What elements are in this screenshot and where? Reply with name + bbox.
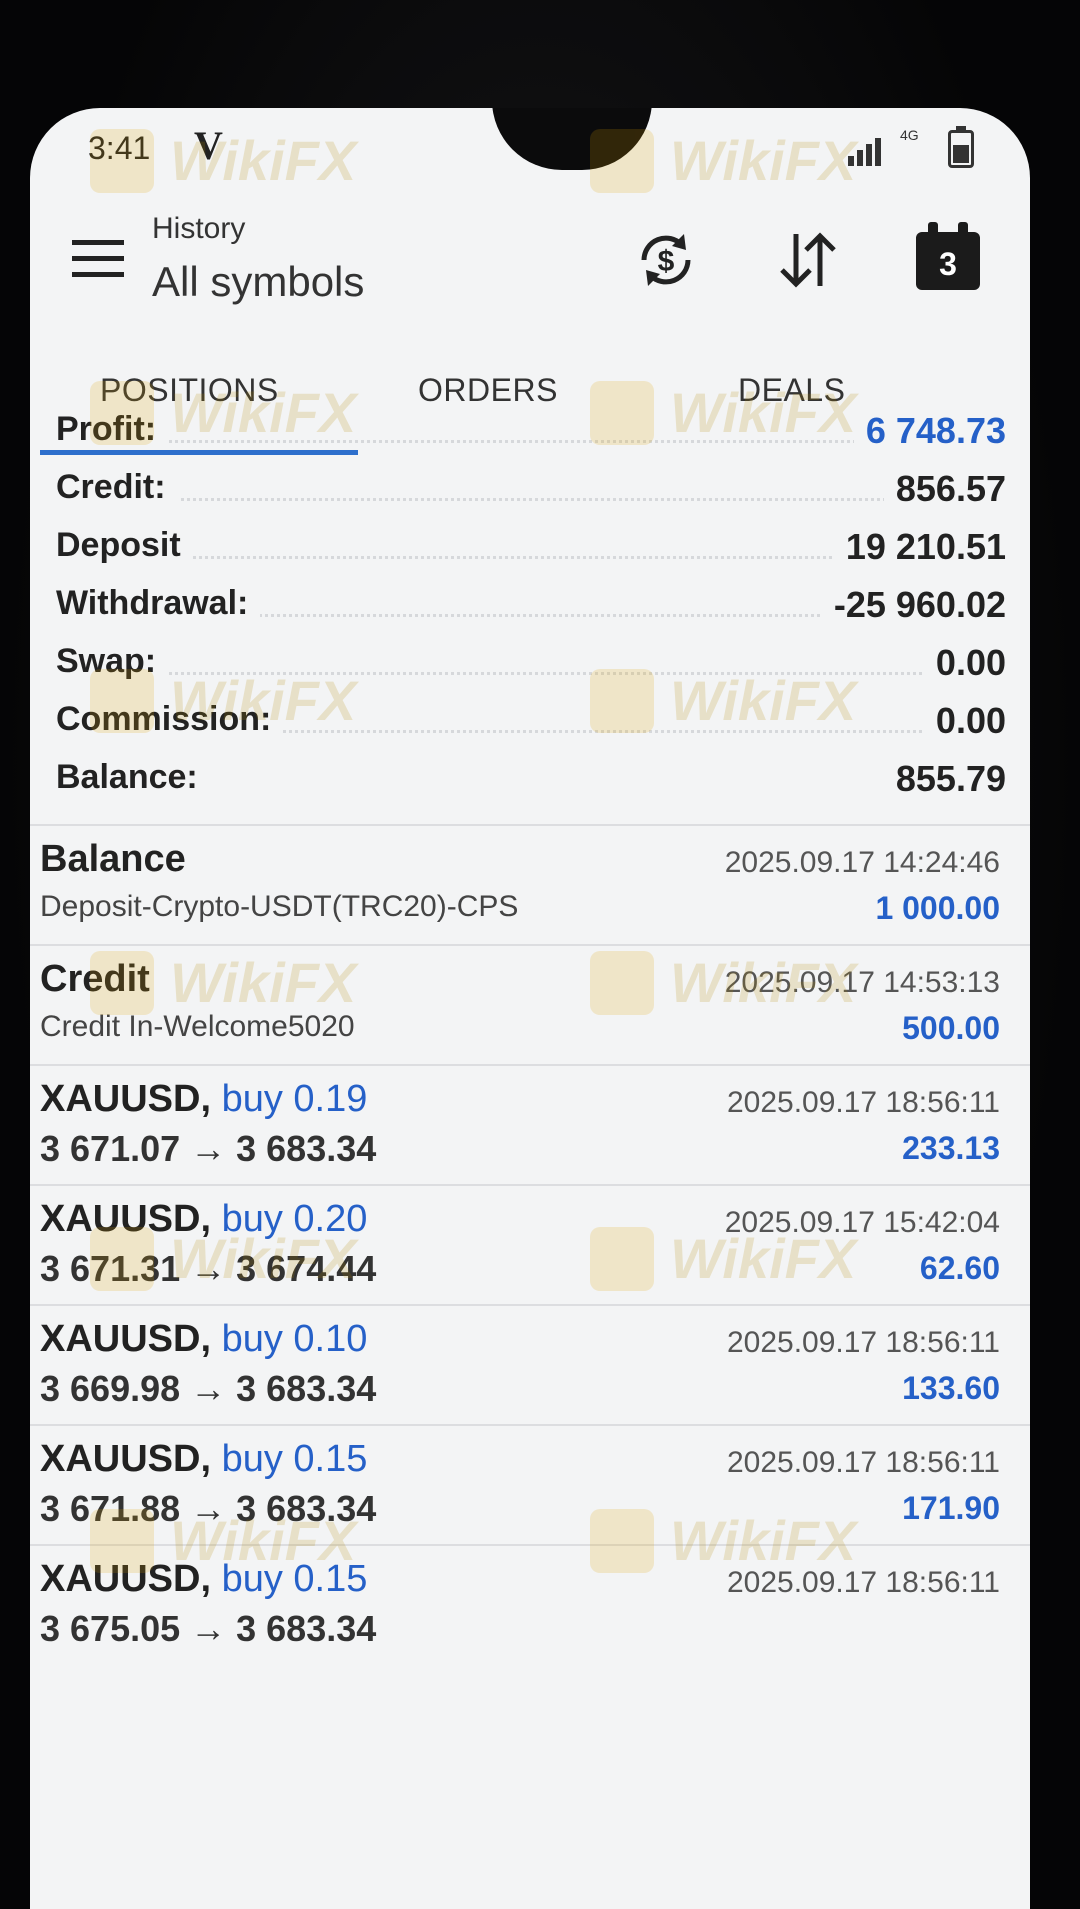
- trade-prices: 3 671.07 → 3 683.34: [40, 1128, 377, 1169]
- app-screen: 3:41 V 4G History All symbols $ 3 POSITI…: [30, 108, 1030, 1909]
- tab-orders[interactable]: ORDERS: [418, 372, 558, 409]
- watermark-text: WikiFX: [670, 669, 857, 732]
- watermark-text: WikiFX: [170, 381, 357, 444]
- trade-datetime: 2025.09.17 18:56:11: [726, 1086, 1000, 1119]
- trade-datetime: 2025.09.17 18:56:11: [726, 1326, 1000, 1359]
- divider: [30, 1064, 1030, 1066]
- record-detail: Credit In-Welcome5020: [40, 1010, 355, 1043]
- watermark: WikiFX: [590, 1508, 856, 1573]
- record-amount: 1 000.00: [875, 890, 1000, 926]
- divider: [30, 824, 1030, 826]
- calendar-icon[interactable]: 3: [916, 222, 980, 290]
- divider: [30, 1424, 1030, 1426]
- network-type: 4G: [900, 127, 919, 143]
- summary-deposit: Deposit 19 210.51: [56, 526, 1006, 582]
- menu-icon[interactable]: [72, 240, 124, 280]
- trade-row[interactable]: XAUUSD, buy 0.19 3 671.07 → 3 683.34 202…: [40, 1072, 1000, 1182]
- watermark: WikiFX: [90, 1226, 356, 1291]
- summary-value: 0.00: [923, 642, 1006, 684]
- watermark: WikiFX: [90, 380, 356, 445]
- watermark-text: WikiFX: [670, 381, 857, 444]
- summary-label: Balance:: [56, 758, 210, 797]
- watermark-text: WikiFX: [170, 129, 357, 192]
- watermark-text: WikiFX: [170, 1227, 357, 1290]
- battery-icon: [948, 126, 974, 168]
- trade-title: XAUUSD, buy 0.10: [40, 1318, 367, 1361]
- trade-symbol: XAUUSD,: [40, 1078, 212, 1120]
- trade-title: XAUUSD, buy 0.15: [40, 1438, 367, 1481]
- divider: [30, 1184, 1030, 1186]
- summary-label: Credit:: [56, 468, 178, 507]
- trade-profit: 62.60: [919, 1250, 1000, 1286]
- watermark-text: WikiFX: [170, 669, 357, 732]
- trade-profit: 171.90: [902, 1490, 1000, 1526]
- summary-value: 0.00: [923, 700, 1006, 742]
- watermark: WikiFX: [90, 128, 356, 193]
- watermark: WikiFX: [590, 128, 856, 193]
- divider: [30, 944, 1030, 946]
- summary-label: Deposit: [56, 526, 193, 565]
- record-datetime: 2025.09.17 14:24:46: [724, 846, 1000, 879]
- trade-datetime: 2025.09.17 18:56:11: [726, 1446, 1000, 1479]
- watermark-text: WikiFX: [670, 129, 857, 192]
- trade-direction: buy 0.15: [221, 1438, 368, 1480]
- trade-profit: 133.60: [902, 1370, 1000, 1406]
- divider: [30, 1304, 1030, 1306]
- trade-symbol: XAUUSD,: [40, 1318, 212, 1360]
- watermark: WikiFX: [590, 950, 856, 1015]
- watermark-text: WikiFX: [170, 1509, 357, 1572]
- record-detail: Deposit-Crypto-USDT(TRC20)-CPS: [40, 890, 519, 923]
- watermark: WikiFX: [90, 668, 356, 733]
- trade-prices: 3 669.98 → 3 683.34: [40, 1368, 377, 1409]
- svg-text:$: $: [658, 245, 675, 278]
- watermark-text: WikiFX: [670, 1509, 857, 1572]
- summary-value: 6 748.73: [853, 410, 1006, 452]
- trade-row[interactable]: XAUUSD, buy 0.10 3 669.98 → 3 683.34 202…: [40, 1312, 1000, 1422]
- trade-title: XAUUSD, buy 0.19: [40, 1078, 367, 1121]
- summary-value: 19 210.51: [833, 526, 1006, 568]
- watermark-text: WikiFX: [670, 951, 857, 1014]
- sort-icon[interactable]: [774, 226, 842, 294]
- summary-credit: Credit: 856.57: [56, 468, 1006, 524]
- trade-profit: 233.13: [902, 1130, 1000, 1166]
- summary-balance: Balance: 855.79: [56, 758, 1006, 814]
- watermark-text: WikiFX: [170, 951, 357, 1014]
- currency-sync-icon[interactable]: $: [632, 226, 700, 294]
- summary-value: -25 960.02: [821, 584, 1006, 626]
- record-amount: 500.00: [902, 1010, 1000, 1046]
- summary-value: 856.57: [883, 468, 1006, 510]
- trade-direction: buy 0.19: [221, 1078, 368, 1120]
- trade-direction: buy 0.10: [221, 1318, 368, 1360]
- watermark: WikiFX: [590, 380, 856, 445]
- summary-label: Withdrawal:: [56, 584, 261, 623]
- summary-value: 855.79: [883, 758, 1006, 800]
- watermark: WikiFX: [90, 950, 356, 1015]
- list-item-balance[interactable]: Balance Deposit-Crypto-USDT(TRC20)-CPS 2…: [40, 832, 1000, 942]
- watermark: WikiFX: [590, 1226, 856, 1291]
- watermark: WikiFX: [90, 1508, 356, 1573]
- trade-prices: 3 675.05 → 3 683.34: [40, 1608, 377, 1649]
- signal-icon: [848, 132, 908, 166]
- record-title: Balance: [40, 838, 186, 880]
- trade-symbol: XAUUSD,: [40, 1438, 212, 1480]
- summary-withdrawal: Withdrawal: -25 960.02: [56, 584, 1006, 640]
- watermark-text: WikiFX: [670, 1227, 857, 1290]
- page-title: History: [152, 212, 246, 245]
- watermark: WikiFX: [590, 668, 856, 733]
- symbol-filter[interactable]: All symbols: [152, 258, 364, 306]
